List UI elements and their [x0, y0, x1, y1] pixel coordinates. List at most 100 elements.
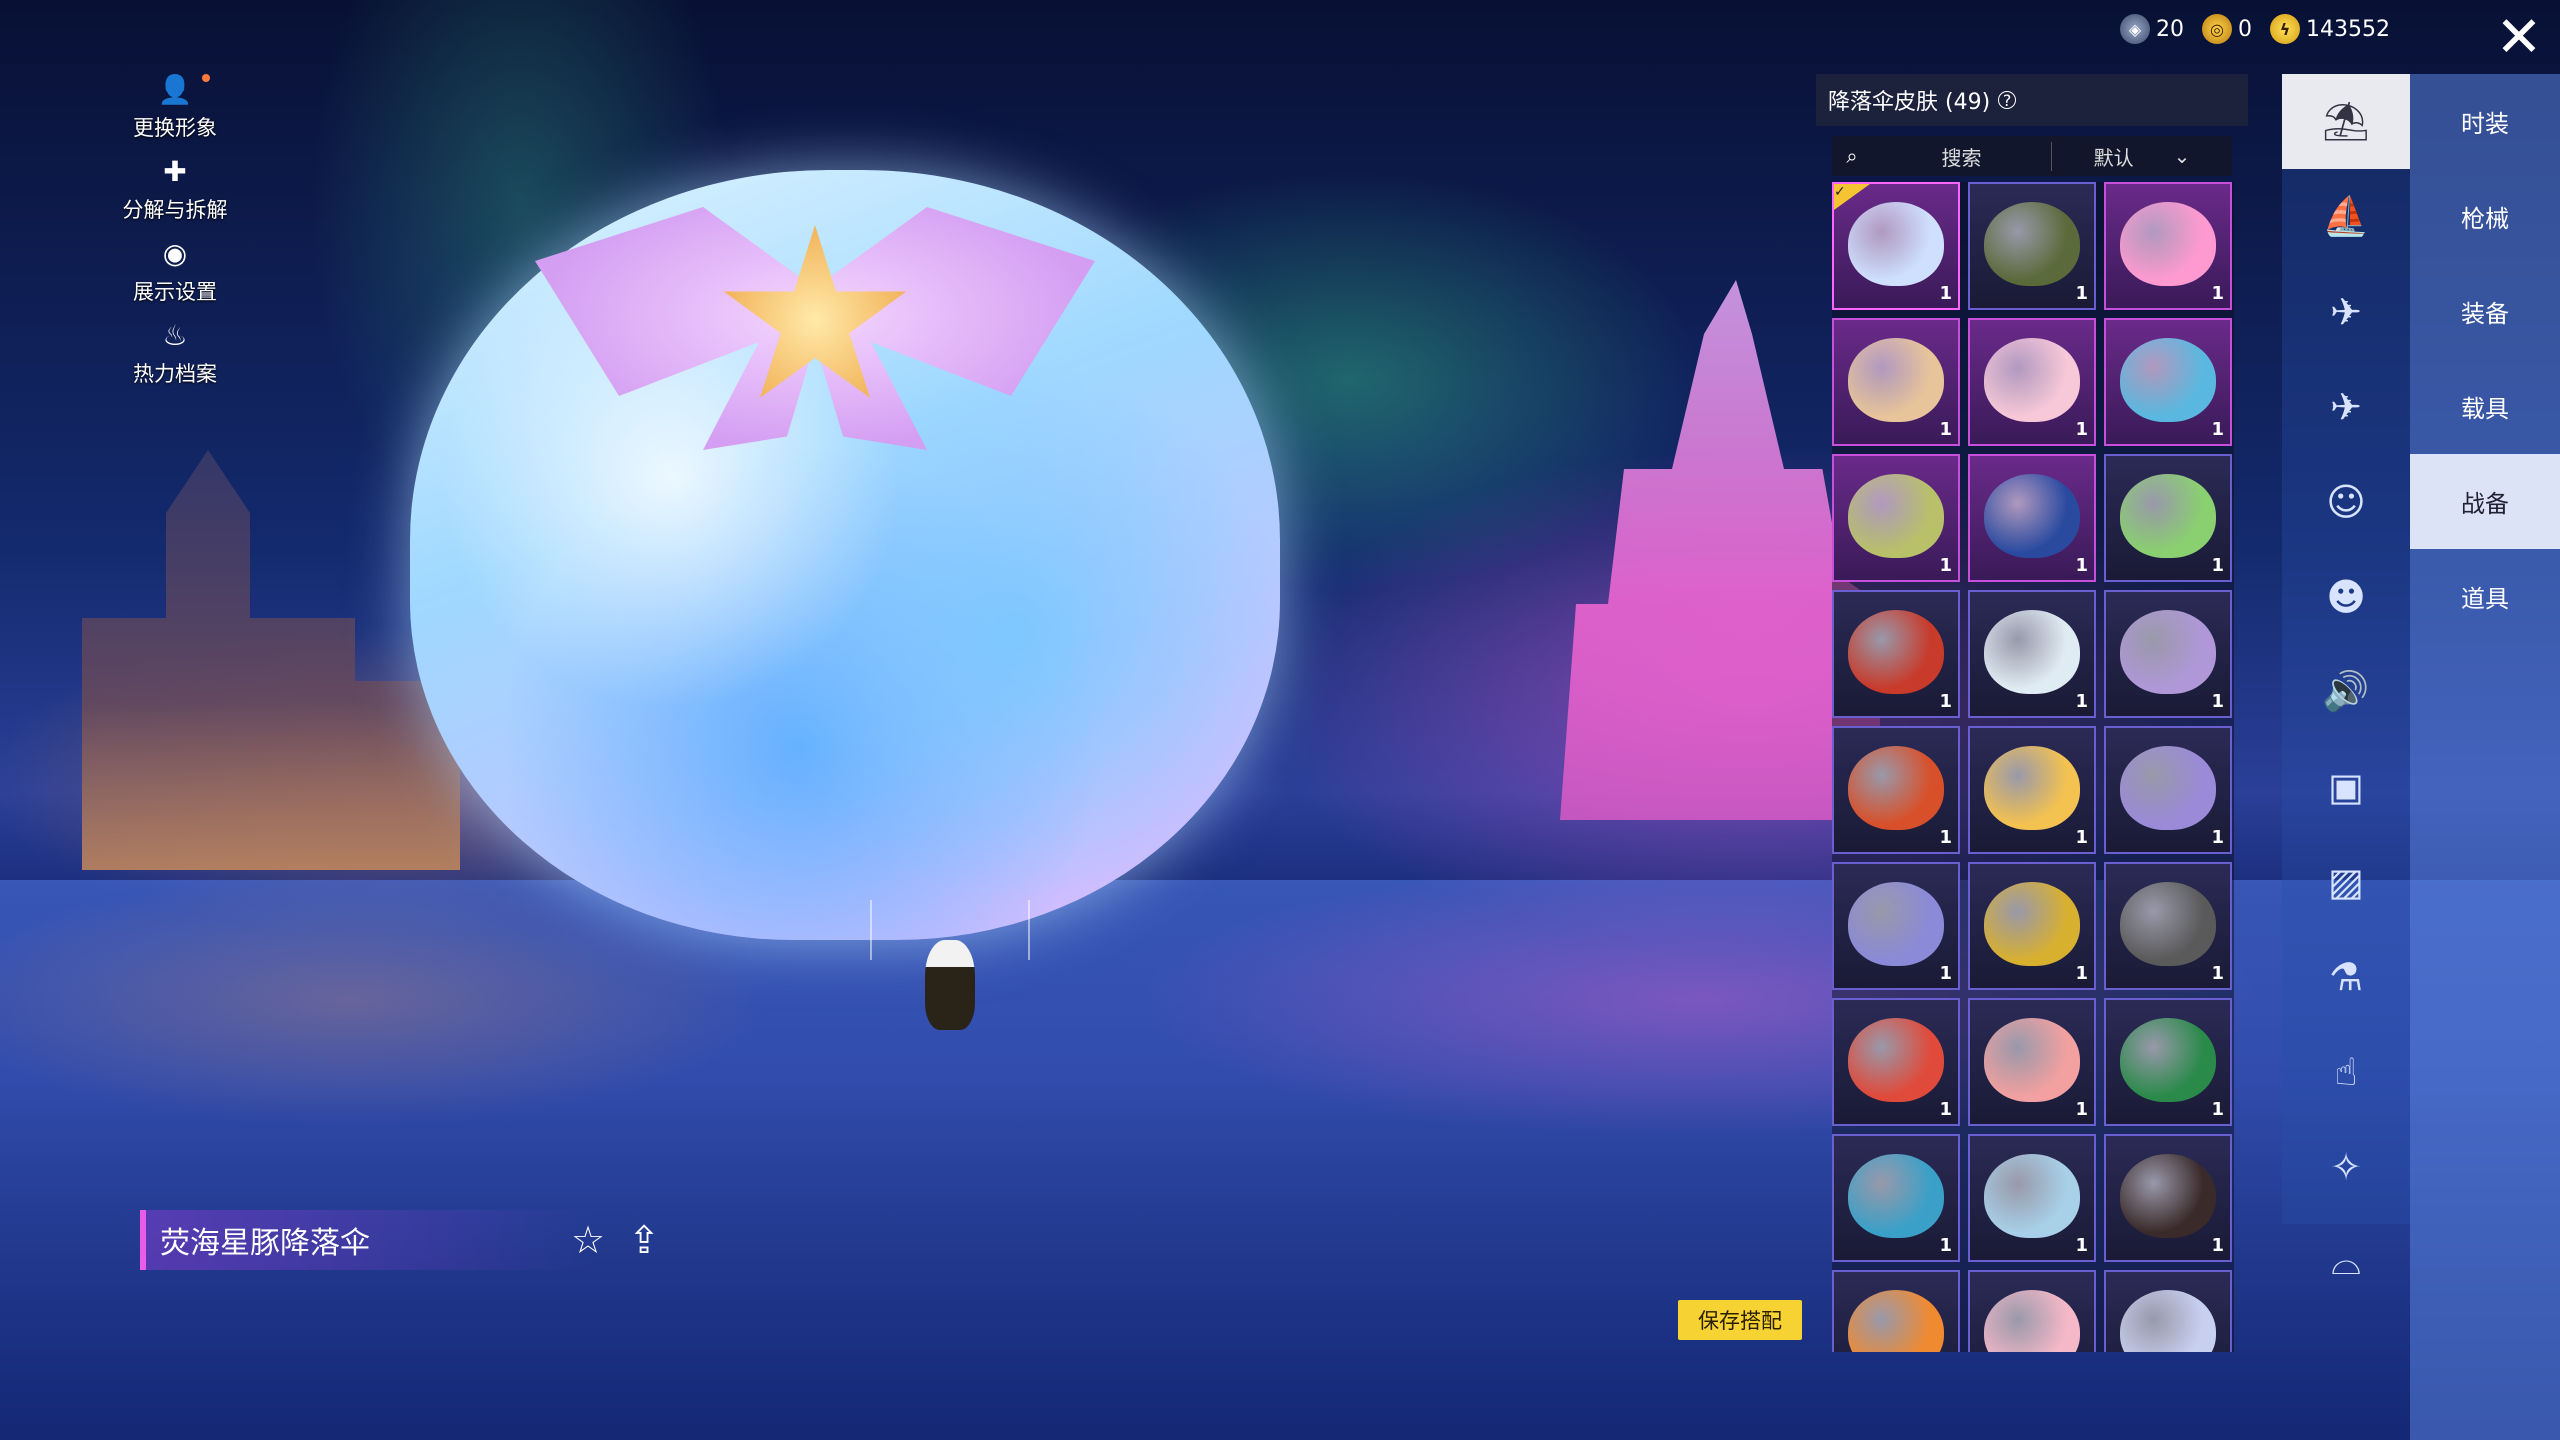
finger-icon[interactable]: ☝ [2282, 1024, 2410, 1119]
parachute-thumbnail [2120, 202, 2216, 286]
skin-item[interactable]: 1 [1968, 590, 2096, 718]
skin-item[interactable]: 1 [2104, 726, 2232, 854]
tool-decompose[interactable]: ✚ 分解与拆解 [110, 152, 240, 234]
skin-item[interactable] [1968, 1270, 2096, 1352]
chevron-down-icon: ⌄ [2173, 144, 2191, 168]
parachute-thumbnail [1848, 202, 1944, 286]
item-quantity: 1 [1939, 283, 1952, 304]
currency-gold[interactable]: ◎ 0 [2202, 14, 2252, 44]
parachute-thumbnail [1984, 610, 2080, 694]
skin-item[interactable]: 1 [1968, 318, 2096, 446]
parachute-thumbnail [1848, 882, 1944, 966]
parachute-thumbnail [1984, 1290, 2080, 1352]
panel-title: 降落伞皮肤 (49) ? [1816, 74, 2248, 126]
search-input[interactable]: 搜索 [1872, 141, 2052, 171]
skin-item[interactable]: 1 [1832, 998, 1960, 1126]
parachute-icon[interactable]: ⛱ [2282, 74, 2410, 169]
skin-item[interactable]: 1 [1832, 726, 1960, 854]
save-outfit-button[interactable]: 保存搭配 [1678, 1300, 1802, 1340]
parachute-thumbnail [1984, 338, 2080, 422]
tool-heat-profile[interactable]: ♨ 热力档案 [110, 316, 240, 398]
category-tab[interactable]: 战备 [2410, 454, 2560, 549]
help-icon[interactable]: ? [1998, 91, 2017, 110]
parachute-thumbnail [1848, 338, 1944, 422]
category-tab[interactable]: 时装 [2410, 74, 2560, 169]
item-quantity: 1 [2075, 555, 2088, 576]
item-quantity: 1 [2211, 1235, 2224, 1256]
sparkle-icon[interactable]: ✧ [2282, 1119, 2410, 1214]
equipped-check-icon: ✓ [1834, 184, 1870, 210]
item-quantity: 1 [2211, 827, 2224, 848]
tool-change-avatar[interactable]: 👤 更换形象 [110, 70, 240, 152]
category-tab[interactable]: 装备 [2410, 264, 2560, 359]
parachute-thumbnail [2120, 882, 2216, 966]
parachute-thumbnail [1984, 746, 2080, 830]
skin-item[interactable]: 1 [2104, 998, 2232, 1126]
item-quantity: 1 [2075, 1099, 2088, 1120]
parachute-thumbnail [1984, 1154, 2080, 1238]
skin-item[interactable]: 1 [1968, 454, 2096, 582]
drone-icon[interactable]: ✈ [2282, 264, 2410, 359]
emote-icon[interactable]: ☺ [2282, 454, 2410, 549]
roast-icon[interactable]: ⌓ [2282, 1214, 2410, 1309]
item-quantity: 1 [2075, 283, 2088, 304]
skin-item[interactable]: 1 [2104, 182, 2232, 310]
item-name: 荧海星豚降落伞 [140, 1210, 590, 1270]
close-icon[interactable]: ✕ [2484, 8, 2554, 68]
currency-value: 0 [2238, 16, 2252, 42]
skin-item[interactable]: 1 [1832, 454, 1960, 582]
skin-item[interactable]: 1 [1832, 862, 1960, 990]
currency-value: 20 [2156, 16, 2184, 42]
skin-item[interactable]: 1 [2104, 862, 2232, 990]
skin-item[interactable]: 1 [1832, 590, 1960, 718]
tool-display-settings[interactable]: ◉ 展示设置 [110, 234, 240, 316]
parachute-thumbnail [2120, 610, 2216, 694]
currency-bp[interactable]: ◈ 20 [2120, 14, 2184, 44]
skin-item[interactable]: 1 [1832, 1134, 1960, 1262]
plane-icon[interactable]: ✈ [2282, 359, 2410, 454]
item-quantity: 1 [2211, 963, 2224, 984]
sound-icon[interactable]: 🔊 [2282, 644, 2410, 739]
parachute-thumbnail [1848, 1154, 1944, 1238]
parachute-thumbnail [2120, 338, 2216, 422]
parachute-thumbnail [1848, 1018, 1944, 1102]
skin-item[interactable] [2104, 1270, 2232, 1352]
skin-item[interactable]: 1 [1968, 998, 2096, 1126]
skin-item[interactable]: 1 [1968, 862, 2096, 990]
frame-icon[interactable]: ▣ [2282, 739, 2410, 834]
share-icon[interactable]: ⇪ [622, 1218, 666, 1262]
item-quantity: 1 [1939, 827, 1952, 848]
item-quantity: 1 [2075, 827, 2088, 848]
item-quantity: 1 [2075, 419, 2088, 440]
skin-item[interactable]: 1 ✓ [1832, 182, 1960, 310]
category-tab[interactable]: 载具 [2410, 359, 2560, 454]
item-quantity: 1 [2211, 1099, 2224, 1120]
parachute-thumbnail [2120, 1154, 2216, 1238]
sort-dropdown[interactable]: 默认 ⌄ [2052, 142, 2232, 171]
favorite-star-icon[interactable]: ☆ [566, 1218, 610, 1262]
item-quantity: 1 [2075, 1235, 2088, 1256]
skin-item[interactable]: 1 [2104, 318, 2232, 446]
picture-icon[interactable]: ▨ [2282, 834, 2410, 929]
skin-item[interactable]: 1 [1968, 726, 2096, 854]
skin-item[interactable]: 1 [1832, 318, 1960, 446]
avatar-icon: 👤 [157, 72, 193, 106]
parachute-thumbnail [2120, 1290, 2216, 1352]
item-quantity: 1 [1939, 1235, 1952, 1256]
boat-icon[interactable]: ⛵ [2282, 169, 2410, 264]
skin-item[interactable]: 1 [1968, 182, 2096, 310]
companion-icon[interactable]: ☻ [2282, 549, 2410, 644]
skin-item[interactable]: 1 [2104, 454, 2232, 582]
uc-icon: ϟ [2270, 14, 2300, 44]
category-tab[interactable]: 枪械 [2410, 169, 2560, 264]
skin-item[interactable]: 1 [1968, 1134, 2096, 1262]
search-sort-row: ⌕ 搜索 默认 ⌄ [1832, 136, 2232, 176]
currency-uc[interactable]: ϟ 143552 [2270, 14, 2390, 44]
tool-label: 展示设置 [133, 280, 217, 304]
category-tab[interactable]: 道具 [2410, 549, 2560, 644]
skin-item[interactable]: 1 [2104, 590, 2232, 718]
skin-item[interactable]: 1 [2104, 1134, 2232, 1262]
skin-item[interactable] [1832, 1270, 1960, 1352]
parachute-thumbnail [1984, 882, 2080, 966]
spray-icon[interactable]: ⚗ [2282, 929, 2410, 1024]
